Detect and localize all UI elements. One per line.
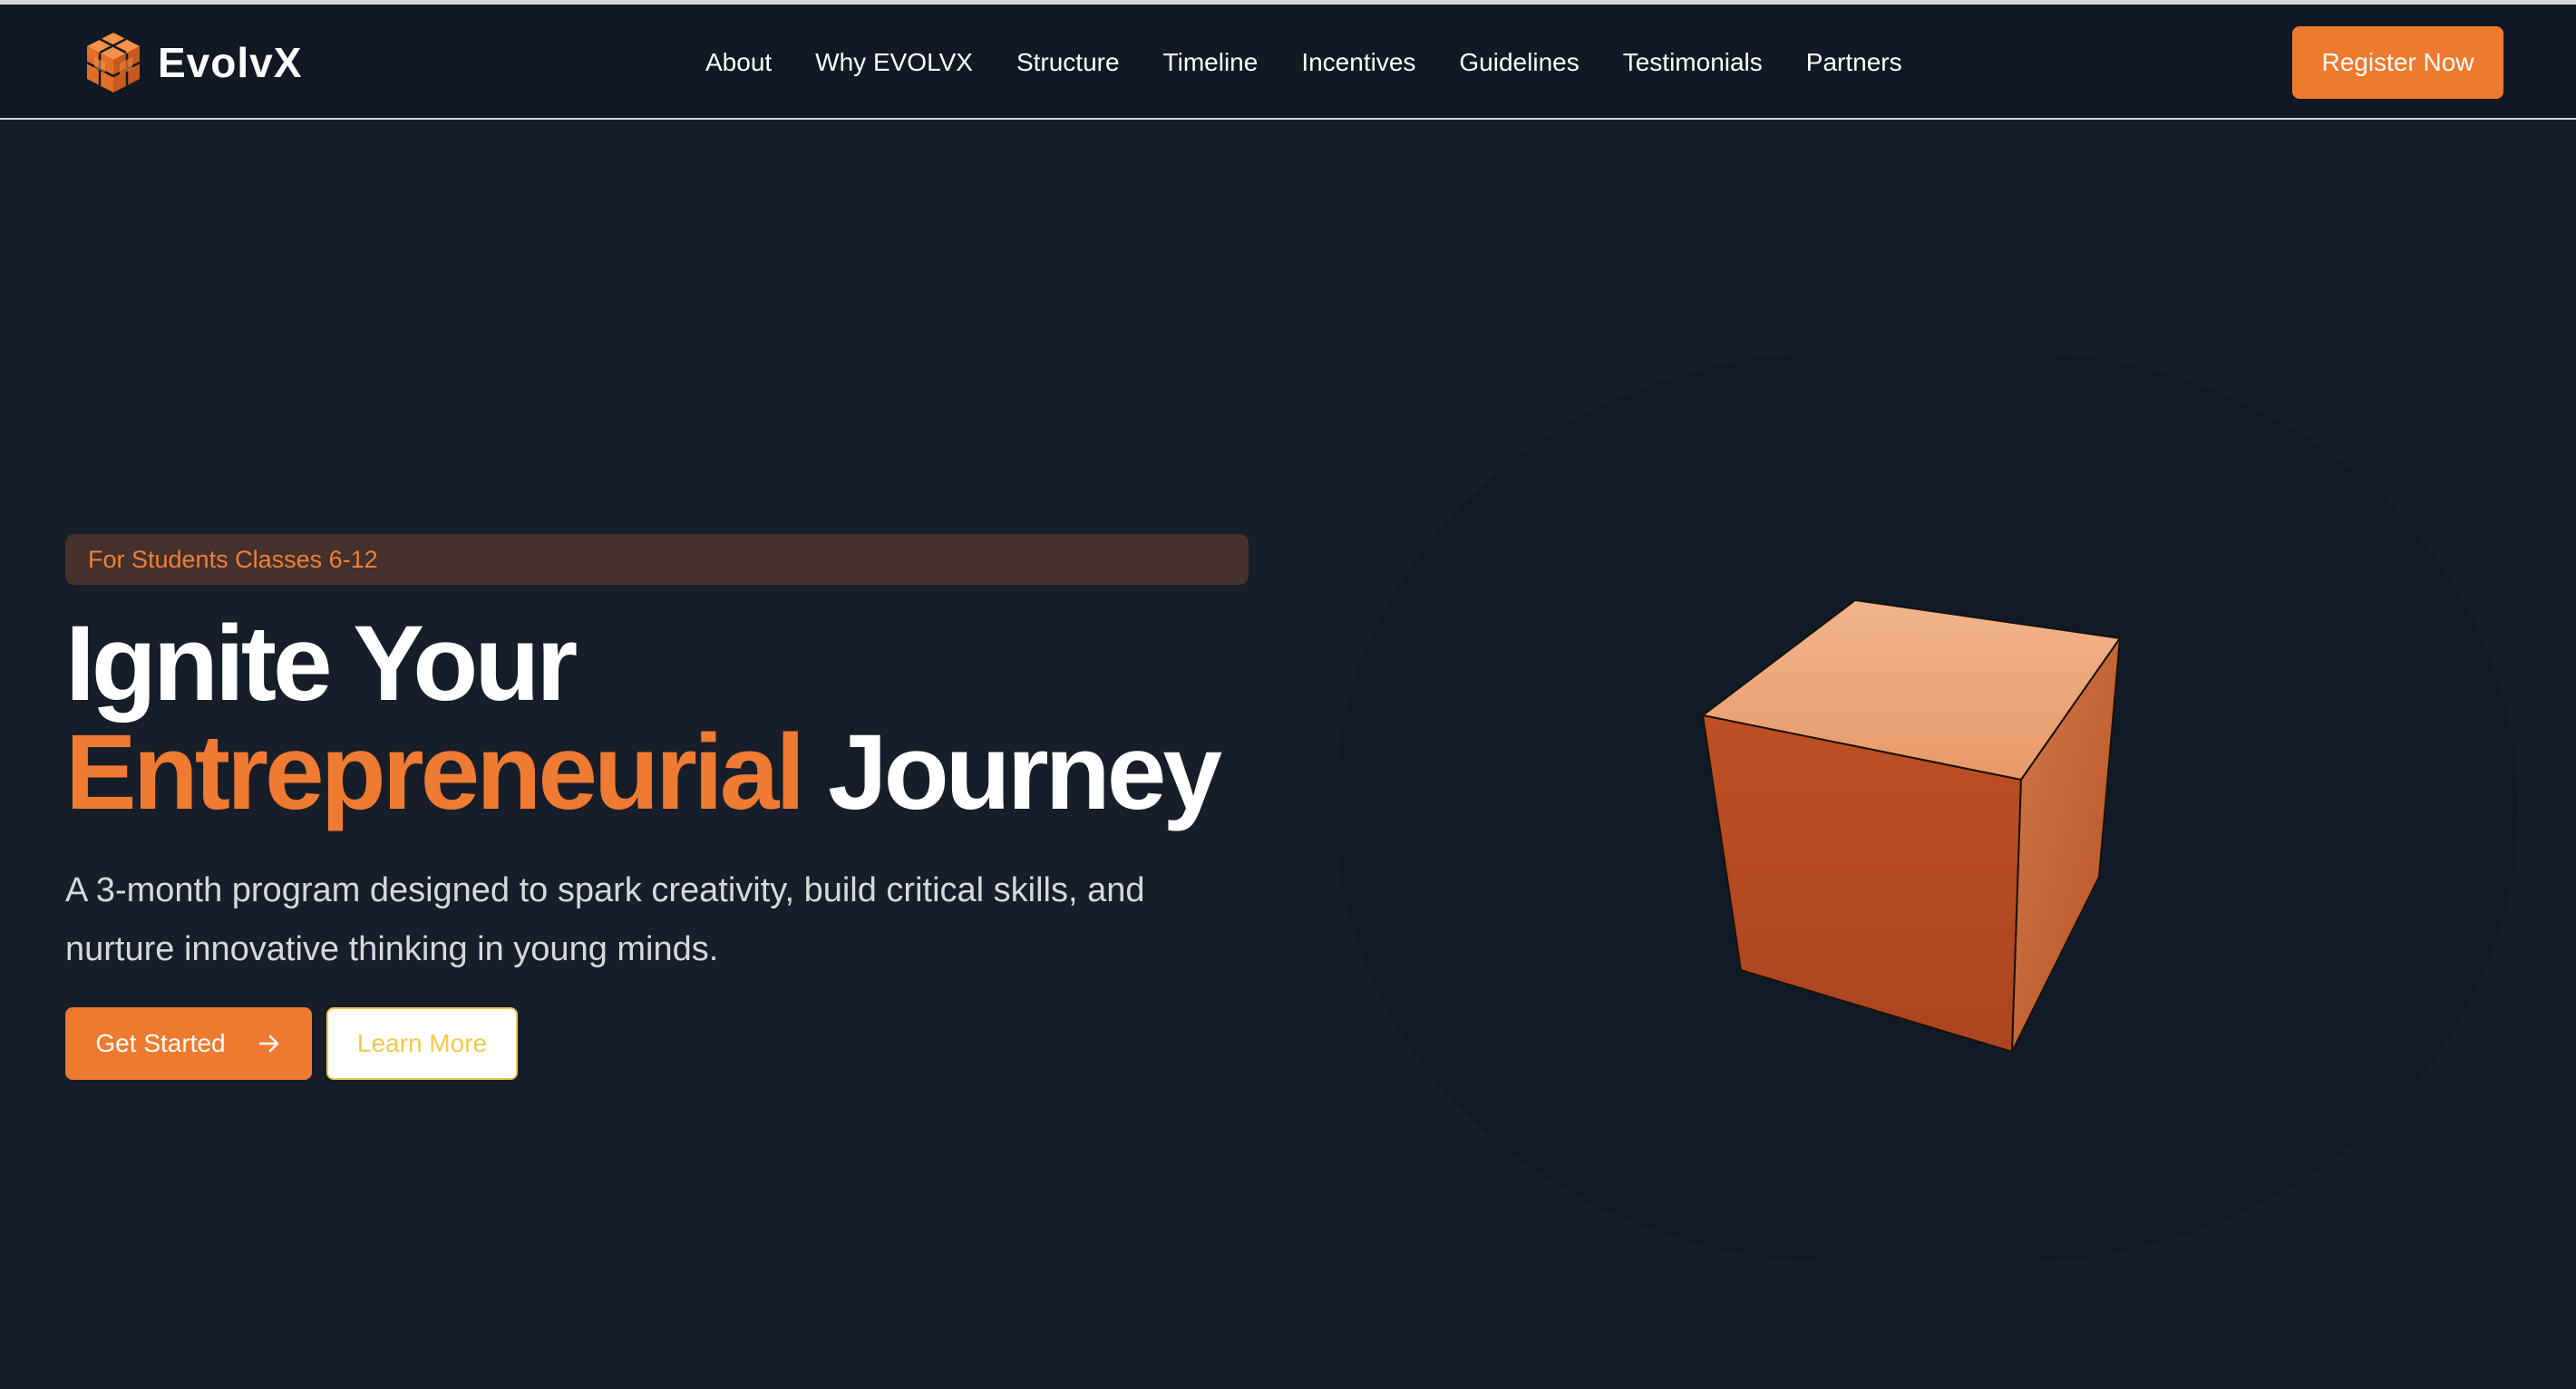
arrow-right-icon (258, 1034, 278, 1053)
brand-name: EvolvX (158, 39, 303, 86)
audience-badge: For Students Classes 6-12 (65, 534, 1249, 585)
brand-logo-link[interactable]: EvolvX (83, 30, 302, 95)
nav-link-timeline[interactable]: Timeline (1163, 48, 1259, 77)
landing-page: EvolvX About Why EVOLVX Structure Timeli… (0, 0, 2576, 1389)
headline-accent-word: Entrepreneurial (65, 713, 805, 832)
cube-logo-icon (86, 33, 141, 92)
headline-end-word: Journey (827, 713, 1222, 832)
nav-link-partners[interactable]: Partners (1806, 48, 1902, 77)
hero-subtitle: A 3-month program designed to spark crea… (65, 871, 1145, 968)
hero-headline: Ignite Your Entrepreneurial Journey (65, 609, 1335, 827)
nav-link-guidelines[interactable]: Guidelines (1459, 48, 1579, 77)
nav-link-testimonials[interactable]: Testimonials (1623, 48, 1763, 77)
nav-link-why-evolvx[interactable]: Why EVOLVX (815, 48, 973, 77)
learn-more-button[interactable]: Learn More (326, 1007, 518, 1080)
nav-link-about[interactable]: About (705, 48, 772, 77)
nav-link-structure[interactable]: Structure (1016, 48, 1120, 77)
get-started-label: Get Started (95, 1029, 226, 1057)
site-header: EvolvX About Why EVOLVX Structure Timeli… (0, 5, 2576, 120)
register-now-button[interactable]: Register Now (2292, 26, 2503, 99)
3d-cube-icon (1700, 598, 2122, 1054)
hero-cta-group: Get Started Learn More (65, 1007, 518, 1080)
get-started-button[interactable]: Get Started (65, 1007, 312, 1080)
main-nav: About Why EVOLVX Structure Timeline Ince… (705, 5, 1902, 120)
headline-line-1: Ignite Your (65, 604, 578, 724)
nav-link-incentives[interactable]: Incentives (1301, 48, 1415, 77)
